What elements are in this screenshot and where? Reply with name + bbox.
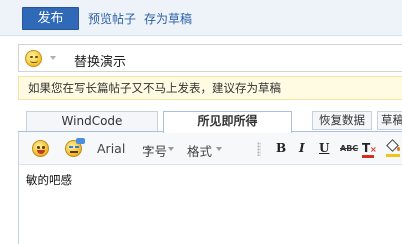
chevron-down-icon[interactable] bbox=[168, 147, 174, 151]
publish-button[interactable]: 发布 bbox=[22, 7, 79, 30]
text-color-icon[interactable]: T × bbox=[362, 141, 377, 158]
strikethrough-button[interactable]: ABC bbox=[340, 144, 358, 153]
top-action-bar: 发布 预览帖子 存为草稿 bbox=[0, 0, 402, 36]
underline-button[interactable]: U bbox=[319, 141, 329, 155]
font-family-select[interactable]: Arial bbox=[97, 141, 125, 156]
toolbar-grip-icon bbox=[257, 142, 261, 156]
tab-windcode[interactable]: WindCode bbox=[26, 111, 158, 132]
smiley-icon[interactable] bbox=[25, 50, 42, 67]
restore-data-button[interactable]: 恢复数据 bbox=[312, 111, 372, 130]
editor-content[interactable]: 敏的吧感 bbox=[26, 172, 72, 188]
preview-post-link[interactable]: 预览帖子 bbox=[88, 10, 136, 27]
text-color-label: T bbox=[362, 141, 371, 155]
title-row: 替换演示 bbox=[18, 44, 402, 72]
title-input[interactable]: 替换演示 bbox=[74, 51, 126, 70]
smiley-icon[interactable] bbox=[32, 140, 49, 157]
draft-box-button[interactable]: 草稿 bbox=[377, 111, 402, 130]
italic-button[interactable]: I bbox=[299, 141, 305, 155]
tab-wysiwyg[interactable]: 所见即所得 bbox=[163, 111, 292, 133]
chevron-down-icon[interactable] bbox=[50, 56, 56, 60]
font-size-select[interactable]: 字号 bbox=[142, 141, 167, 160]
chevron-down-icon[interactable] bbox=[216, 147, 222, 151]
save-draft-link[interactable]: 存为草稿 bbox=[144, 10, 192, 27]
background-color-icon[interactable] bbox=[386, 139, 400, 157]
emoticon-icon[interactable] bbox=[65, 138, 85, 157]
editor-frame: Arial 字号 格式 B I U ABC T × 敏的吧感 bbox=[18, 132, 402, 244]
editor-toolbar: Arial 字号 格式 B I U ABC T × bbox=[19, 132, 402, 165]
bold-button[interactable]: B bbox=[276, 141, 286, 155]
draft-notice: 如果您在写长篇帖子又不马上发表，建议存为草稿 bbox=[18, 76, 402, 100]
format-select[interactable]: 格式 bbox=[187, 141, 212, 160]
